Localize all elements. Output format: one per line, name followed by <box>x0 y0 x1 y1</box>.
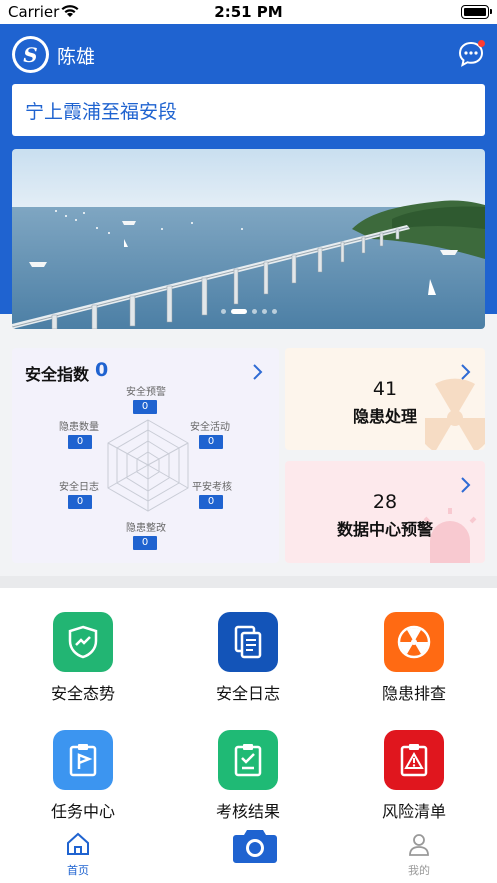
tab-mine-label: 我的 <box>408 864 430 877</box>
metric-value: 0 <box>199 495 223 509</box>
logo-mark: S <box>15 39 46 70</box>
notification-badge <box>478 40 485 47</box>
clipboard-warning-icon <box>384 730 444 790</box>
grid-item-hazard-check[interactable]: 隐患排查 <box>354 612 474 722</box>
user-name: 陈雄 <box>57 46 96 68</box>
grid-item-label: 安全态势 <box>50 684 115 703</box>
metric-label: 平安考核 <box>192 482 232 493</box>
carousel-dot-active[interactable] <box>230 309 247 314</box>
data-center-label: 数据中心预警 <box>336 520 433 539</box>
metric-value: 0 <box>68 435 92 449</box>
grid-item-safety-situation[interactable]: 安全态势 <box>23 612 143 722</box>
metric-value: 0 <box>133 536 157 550</box>
carousel-dot[interactable] <box>271 309 277 314</box>
bridge-photo <box>12 149 485 329</box>
tab-home-label: 首页 <box>67 864 89 877</box>
hazard-count: 41 <box>372 378 398 400</box>
hazard-handling-card[interactable]: 41 隐患处理 <box>285 348 485 450</box>
data-center-alert-card[interactable]: 28 数据中心预警 <box>285 461 485 563</box>
hazard-label: 隐患处理 <box>352 407 417 426</box>
carousel-dot[interactable] <box>220 309 226 314</box>
user-icon <box>409 834 429 856</box>
metric-value: 0 <box>68 495 92 509</box>
metric-value: 0 <box>199 435 223 449</box>
data-center-count: 28 <box>372 491 398 513</box>
metric-label: 安全预警 <box>126 387 166 398</box>
clock: 2:51 PM <box>214 3 283 21</box>
tab-home[interactable]: 首页 <box>48 832 108 878</box>
route-selector[interactable]: 宁上霞浦至福安段 <box>12 84 485 136</box>
grid-item-label: 考核结果 <box>215 802 280 821</box>
route-name: 宁上霞浦至福安段 <box>25 101 178 123</box>
metric-value: 0 <box>133 400 157 414</box>
grid-item-label: 隐患排查 <box>381 684 446 703</box>
shield-chart-icon <box>53 612 113 672</box>
camera-icon[interactable] <box>232 826 278 864</box>
grid-item-label: 安全日志 <box>215 684 280 703</box>
section-divider <box>0 576 497 588</box>
clipboard-flag-icon <box>53 730 113 790</box>
grid-item-label: 风险清单 <box>381 802 446 821</box>
banner-carousel[interactable] <box>12 149 485 329</box>
carousel-dot[interactable] <box>251 309 257 314</box>
document-icon <box>218 612 278 672</box>
carousel-dot[interactable] <box>261 309 267 314</box>
safety-index-card[interactable]: 安全指数 0 安全预警 0 安全活动 0 平安考核 0 隐患整改 0 安全日志 … <box>12 348 279 563</box>
app-logo: S <box>12 36 49 73</box>
metric-label: 安全日志 <box>59 482 99 493</box>
radiation-icon <box>384 612 444 672</box>
grid-item-label: 任务中心 <box>50 802 115 821</box>
home-icon <box>67 832 89 855</box>
status-bar: Carrier 2:51 PM <box>0 0 497 24</box>
clipboard-check-icon <box>218 730 278 790</box>
metric-label: 隐患整改 <box>126 523 166 534</box>
metric-label: 安全活动 <box>190 422 230 433</box>
tab-mine[interactable]: 我的 <box>389 832 449 878</box>
metric-label: 隐患数量 <box>59 422 99 433</box>
battery-icon <box>461 5 492 19</box>
grid-item-safety-log[interactable]: 安全日志 <box>188 612 308 722</box>
carousel-dots[interactable] <box>12 309 485 314</box>
